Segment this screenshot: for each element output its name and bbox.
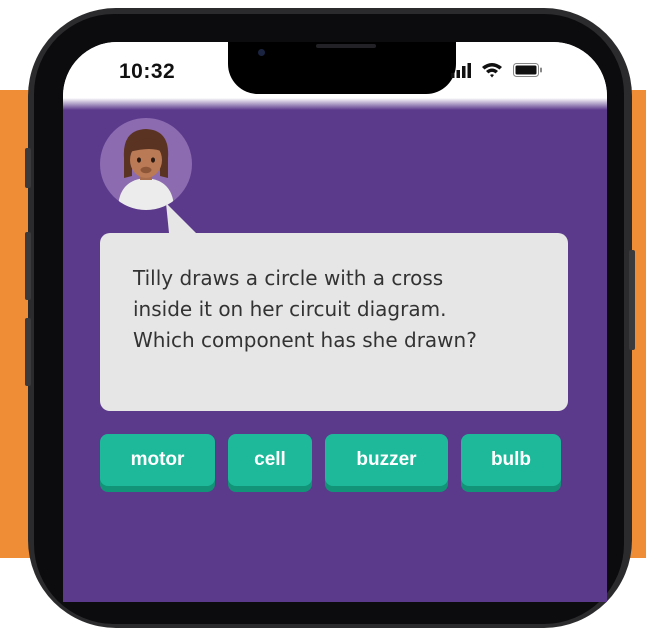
answer-button-motor[interactable]: motor bbox=[100, 434, 215, 486]
phone-side-button-volume-down bbox=[25, 318, 31, 386]
girl-avatar-icon bbox=[100, 118, 192, 210]
wifi-icon bbox=[482, 63, 502, 78]
speech-bubble: Tilly draws a circle with a cross inside… bbox=[100, 233, 568, 411]
answer-options: motor cell buzzer bulb bbox=[100, 434, 570, 494]
phone-screen: 10:32 Tilly draws a circle with a cross … bbox=[63, 42, 607, 602]
quiz-area: Tilly draws a circle with a cross inside… bbox=[63, 98, 607, 602]
signal-icon bbox=[451, 63, 471, 78]
status-time: 10:32 bbox=[119, 60, 176, 83]
phone-side-button-volume-up bbox=[25, 232, 31, 300]
phone-side-button-power bbox=[629, 250, 635, 350]
status-bar: 10:32 bbox=[63, 42, 607, 100]
camera-icon bbox=[258, 49, 265, 56]
answer-button-bulb[interactable]: bulb bbox=[461, 434, 561, 486]
status-bar-fade bbox=[63, 98, 607, 110]
answer-button-cell[interactable]: cell bbox=[228, 434, 312, 486]
phone-notch bbox=[228, 42, 456, 94]
speaker-grille bbox=[316, 44, 376, 48]
question-text: Tilly draws a circle with a cross inside… bbox=[133, 266, 477, 352]
status-icons bbox=[451, 62, 571, 82]
answer-button-buzzer[interactable]: buzzer bbox=[325, 434, 448, 486]
phone-side-button-silent bbox=[25, 148, 31, 188]
battery-icon bbox=[513, 63, 542, 77]
